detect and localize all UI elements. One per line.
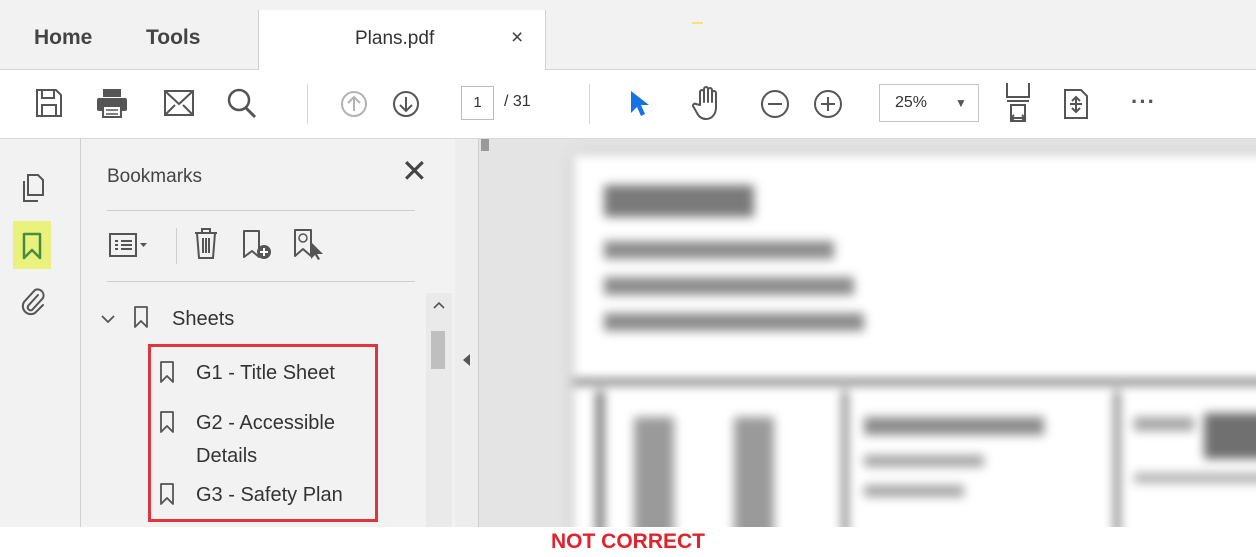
tools-menu[interactable]: Tools (146, 26, 200, 50)
annotation-highlight-box (148, 344, 378, 522)
document-tab-label: Plans.pdf (355, 28, 435, 49)
attachments-icon[interactable] (20, 287, 46, 317)
zoom-out-icon[interactable] (760, 89, 790, 119)
bookmarks-panel: Bookmarks ✕ Sheets G1 - Title Sheet G2 -… (81, 139, 455, 527)
zoom-in-icon[interactable] (813, 89, 843, 119)
new-bookmark-icon[interactable] (241, 229, 273, 261)
top-menu-bar: Home Tools Plans.pdf × (0, 0, 1256, 70)
annotation-caption: NOT CORRECT (551, 530, 705, 553)
search-icon[interactable] (227, 87, 257, 119)
bookmark-root-sheets[interactable]: Sheets (172, 308, 234, 331)
scroll-up-icon[interactable] (433, 297, 445, 312)
panel-title: Bookmarks (107, 166, 203, 187)
bookmarks-icon (21, 232, 43, 260)
close-panel-icon[interactable]: ✕ (401, 155, 428, 187)
new-bookmark-from-structure-icon[interactable] (292, 228, 326, 260)
save-icon[interactable] (35, 88, 63, 118)
select-pointer-icon[interactable] (628, 89, 650, 119)
print-icon[interactable] (96, 87, 128, 119)
scrollbar-thumb[interactable] (431, 331, 445, 369)
bookmarks-rail-button[interactable] (13, 221, 51, 269)
document-page-blurred (574, 155, 1256, 527)
fit-page-icon[interactable] (1004, 81, 1032, 125)
decorative-mark (481, 139, 489, 151)
bookmarks-scrollbar[interactable] (426, 293, 452, 527)
page-number-input[interactable]: 1 (461, 86, 494, 120)
collapse-panel-icon[interactable] (461, 353, 471, 370)
close-tab-icon[interactable]: × (511, 27, 523, 48)
toolbar-divider (307, 84, 308, 124)
bookmark-icon (133, 305, 149, 329)
panel-splitter[interactable] (455, 139, 479, 527)
page-thumbnails-icon[interactable] (20, 173, 44, 203)
hand-tool-icon[interactable] (692, 85, 724, 121)
delete-bookmark-icon[interactable] (193, 227, 219, 261)
email-icon[interactable] (164, 90, 194, 116)
decorative-mark (692, 22, 703, 24)
panel-divider (107, 281, 415, 282)
toolbar-divider (176, 228, 177, 264)
chevron-down-icon[interactable] (101, 311, 115, 327)
options-icon[interactable] (109, 232, 149, 258)
document-viewport[interactable] (479, 139, 1256, 527)
prev-page-icon[interactable] (340, 90, 368, 118)
page-total: / 31 (504, 93, 531, 110)
next-page-icon[interactable] (392, 90, 420, 118)
chevron-down-icon: ▼ (955, 96, 967, 110)
more-options-icon[interactable]: ··· (1131, 89, 1156, 115)
scroll-mode-icon[interactable] (1063, 89, 1089, 119)
main-toolbar: 1 / 31 25% ▼ ··· (0, 70, 1256, 139)
panel-divider (107, 210, 415, 211)
zoom-value: 25% (895, 94, 928, 111)
left-navigation-rail (0, 139, 81, 527)
document-tab[interactable]: Plans.pdf × (258, 10, 546, 70)
zoom-dropdown[interactable]: 25% ▼ (879, 84, 979, 122)
home-menu[interactable]: Home (34, 26, 92, 50)
toolbar-divider (589, 84, 590, 124)
